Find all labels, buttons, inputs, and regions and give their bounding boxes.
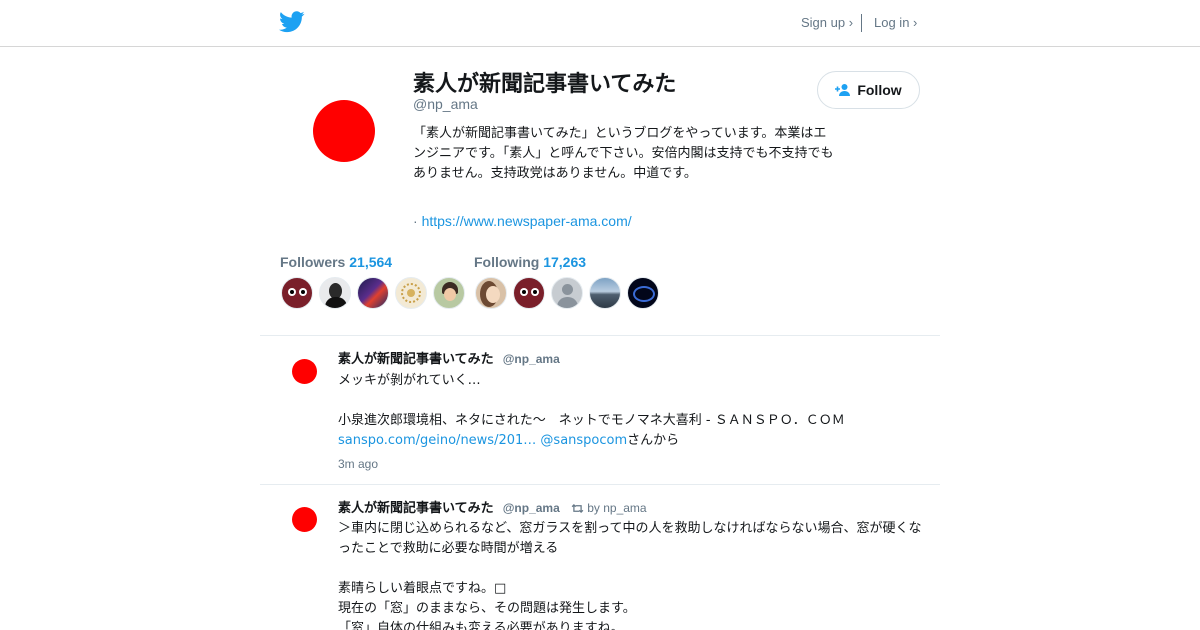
- tweet-line: 「窓」自体の仕組みも変える必要がありますね。: [338, 621, 624, 630]
- twitter-bird-icon[interactable]: [279, 11, 305, 33]
- following-avatar[interactable]: [589, 277, 621, 309]
- following-avatar[interactable]: [551, 277, 583, 309]
- login-link[interactable]: Log in ›: [874, 15, 917, 30]
- tweet-line: ＞車内に閉じ込められるなど、窓ガラスを割って中の人を救助しなければならない場合、…: [338, 521, 922, 556]
- following-count: 17,263: [543, 254, 587, 270]
- tweet-timestamp[interactable]: 3m ago: [338, 457, 378, 471]
- profile-handle[interactable]: @np_ama: [413, 96, 478, 112]
- followers-label: Followers: [280, 254, 346, 270]
- tweet[interactable]: 素人が新聞記事書いてみた @np_ama by np_ama ＞車内に閉じ込めら…: [260, 485, 940, 630]
- follow-label: Follow: [857, 82, 902, 98]
- signup-link[interactable]: Sign up ›: [801, 15, 853, 30]
- following-avatar[interactable]: [513, 277, 545, 309]
- follow-button[interactable]: Follow: [817, 71, 920, 109]
- profile-url-row: · https://www.newspaper-ama.com/: [413, 213, 632, 229]
- tweet-link[interactable]: sanspo.com/geino/news/201…: [338, 433, 536, 448]
- following-avatar[interactable]: [627, 277, 659, 309]
- tweet-author-name[interactable]: 素人が新聞記事書いてみた: [338, 352, 494, 367]
- url-prefix: ·: [413, 213, 418, 229]
- add-user-icon: [835, 84, 851, 96]
- tweet-header: 素人が新聞記事書いてみた @np_ama: [338, 348, 560, 367]
- follower-avatar[interactable]: [395, 277, 427, 309]
- followers-stat[interactable]: Followers 21,564: [280, 254, 392, 270]
- tweet-mention[interactable]: @sanspocom: [540, 433, 627, 448]
- following-avatars: [475, 277, 659, 309]
- following-label: Following: [474, 254, 540, 270]
- top-bar: Sign up › Log in ›: [0, 0, 1200, 47]
- follower-avatar[interactable]: [357, 277, 389, 309]
- tweet-header: 素人が新聞記事書いてみた @np_ama by np_ama: [338, 497, 647, 516]
- auth-divider: [861, 14, 862, 32]
- profile-name[interactable]: 素人が新聞記事書いてみた: [413, 66, 676, 98]
- follower-avatar[interactable]: [281, 277, 313, 309]
- tweet-line: 小泉進次郎環境相、ネタにされた～ ネットでモノマネ大喜利 - ＳＡＮＳＰＯ．ＣＯ…: [338, 413, 845, 428]
- tweet-line: 現在の「窓」のままなら、その問題は発生します。: [338, 601, 636, 616]
- tweet-suffix: さんから: [627, 433, 680, 448]
- follower-avatar[interactable]: [433, 277, 465, 309]
- tweet-author-handle[interactable]: @np_ama: [503, 352, 560, 366]
- tweet-text: ＞車内に閉じ込められるなど、窓ガラスを割って中の人を救助しなければならない場合、…: [338, 519, 930, 630]
- following-stat[interactable]: Following 17,263: [474, 254, 586, 270]
- tweet-author-name[interactable]: 素人が新聞記事書いてみた: [338, 501, 494, 516]
- followers-avatars: [281, 277, 465, 309]
- retweet-icon: [571, 504, 584, 513]
- retweet-indicator: by np_ama: [571, 501, 647, 515]
- tweet-author-handle[interactable]: @np_ama: [503, 501, 560, 515]
- profile-url-link[interactable]: https://www.newspaper-ama.com/: [422, 213, 632, 229]
- profile-avatar[interactable]: [313, 100, 375, 162]
- tweet-avatar[interactable]: [292, 507, 317, 532]
- followers-count: 21,564: [349, 254, 393, 270]
- tweet-avatar[interactable]: [292, 359, 317, 384]
- retweet-by[interactable]: by np_ama: [587, 501, 646, 515]
- tweet-text: メッキが剝がれていく… 小泉進次郎環境相、ネタにされた～ ネットでモノマネ大喜利…: [338, 371, 930, 451]
- profile-bio: 「素人が新聞記事書いてみた」というブログをやっています。本業はエンジニアです。「…: [413, 126, 834, 181]
- tweet-line: 素晴らしい着眼点ですね。□: [338, 581, 507, 596]
- tweet[interactable]: 素人が新聞記事書いてみた @np_ama メッキが剝がれていく… 小泉進次郎環境…: [260, 336, 940, 484]
- follower-avatar[interactable]: [319, 277, 351, 309]
- tweet-line: メッキが剝がれていく…: [338, 373, 481, 388]
- following-avatar[interactable]: [475, 277, 507, 309]
